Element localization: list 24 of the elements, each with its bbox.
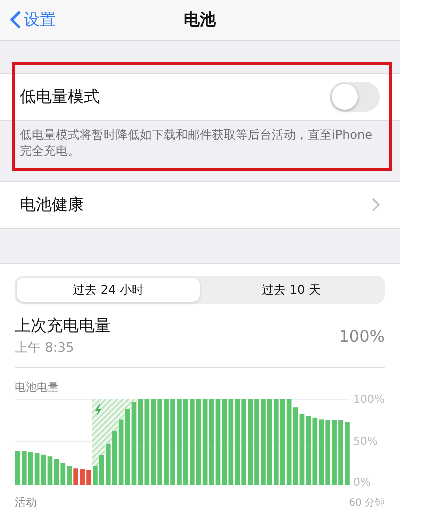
battery-bar	[338, 420, 344, 486]
lightning-icon	[96, 404, 102, 418]
toggle-switch[interactable]	[330, 82, 380, 112]
chart-title: 电池电量	[15, 380, 60, 396]
setting-description: 低电量模式将暂时降低如下载和邮件获取等后台活动，直至iPhone完全充电。	[19, 127, 374, 160]
axis-label: 60 分钟	[349, 496, 385, 510]
page-title: 电池	[184, 10, 216, 28]
axis-label: 100%	[354, 393, 385, 406]
segment-tab[interactable]: 过去 24 小时	[17, 278, 200, 302]
axis-label: 0%	[354, 476, 372, 490]
setting-label: 低电量模式	[20, 86, 100, 108]
charge-percent: 100%	[339, 327, 385, 346]
list-row[interactable]: 电池健康	[0, 181, 400, 230]
segment-tab[interactable]: 过去 10 天	[200, 278, 383, 302]
battery-bar	[93, 466, 98, 486]
battery-bar	[86, 470, 92, 486]
axis-label: 50%	[354, 434, 379, 448]
battery-bar	[345, 422, 350, 486]
chevron-right-icon	[372, 198, 380, 212]
charge-time: 上午 8:35	[15, 340, 76, 358]
chevron-left-icon	[10, 10, 22, 30]
back-button[interactable]: 设置	[0, 8, 62, 32]
section-title: 上次充电电量	[15, 316, 111, 338]
chart-title: 活动	[15, 495, 37, 510]
